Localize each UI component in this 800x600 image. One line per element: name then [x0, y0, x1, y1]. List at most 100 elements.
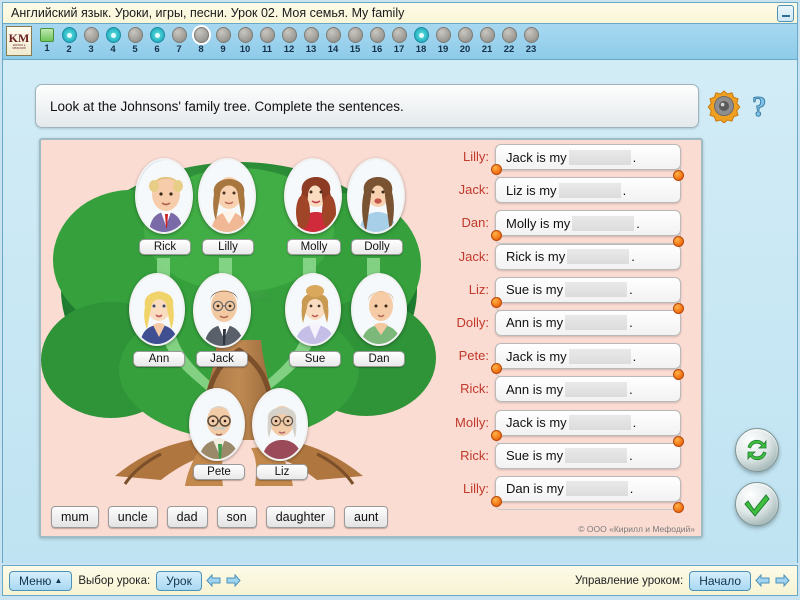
nav-item-7[interactable]: 7	[168, 27, 190, 55]
instruction-row: Look at the Johnsons' family tree. Compl…	[35, 82, 775, 130]
nav-dot-plain-20	[457, 27, 473, 43]
sentence-input-box[interactable]: Jack is my.	[495, 144, 681, 170]
sentence-answer-slot[interactable]	[565, 481, 628, 497]
nav-item-8[interactable]: 8	[190, 27, 212, 55]
start-button[interactable]: Начало	[689, 570, 751, 591]
name-chip-dolly[interactable]: Dolly	[351, 239, 403, 255]
nav-item-9[interactable]: 9	[212, 27, 234, 55]
nav-item-16[interactable]: 16	[366, 27, 388, 55]
nav-item-3[interactable]: 3	[80, 27, 102, 55]
dropzone-handle-left[interactable]	[491, 429, 502, 441]
speaker-icon[interactable]	[707, 89, 741, 123]
sentence-input-box[interactable]: Ann is my.	[495, 376, 681, 403]
sentence-answer-slot[interactable]	[568, 149, 631, 165]
portrait-lilly[interactable]	[198, 158, 256, 234]
name-chip-molly[interactable]: Molly	[287, 239, 341, 255]
sentence-answer-slot[interactable]	[572, 215, 635, 231]
nav-item-1[interactable]: 1	[36, 27, 58, 55]
sentence-prefix: Liz is my	[506, 182, 557, 198]
sentence-answer-slot[interactable]	[568, 415, 631, 430]
name-chip-ann[interactable]: Ann	[133, 351, 185, 367]
sentence-answer-slot[interactable]	[565, 381, 628, 397]
help-question-icon[interactable]: ?	[749, 89, 775, 124]
check-answers-button[interactable]	[735, 482, 779, 526]
sentence-input-box[interactable]: Molly is my.	[495, 210, 681, 237]
nav-item-5[interactable]: 5	[124, 27, 146, 55]
portrait-molly[interactable]	[284, 158, 342, 234]
sentence-input-box[interactable]: Jack is my.	[495, 409, 681, 436]
nav-item-18[interactable]: 18	[410, 27, 432, 55]
lesson-control-label: Управление уроком:	[574, 574, 684, 587]
sentence-answer-slot[interactable]	[558, 182, 621, 198]
sentence-input-box[interactable]: Sue is my.	[495, 276, 681, 303]
portrait-pete[interactable]	[189, 388, 245, 461]
word-chip-uncle[interactable]: uncle	[107, 506, 158, 528]
sentence-answer-slot[interactable]	[565, 282, 628, 298]
sentence-input-box[interactable]: Rick is my.	[495, 243, 681, 270]
sentence-answer-slot[interactable]	[568, 348, 631, 364]
nav-item-20[interactable]: 20	[454, 27, 476, 55]
dropzone-handle-right[interactable]	[673, 302, 684, 314]
reset-button[interactable]	[735, 428, 779, 472]
minimize-button[interactable]	[777, 5, 794, 22]
word-chip-daughter[interactable]: daughter	[265, 506, 336, 528]
nav-item-12[interactable]: 12	[278, 27, 300, 55]
name-chip-pete[interactable]: Pete	[193, 464, 245, 480]
dropzone-handle-right[interactable]	[673, 501, 684, 513]
dropzone-handle-right[interactable]	[673, 170, 684, 181]
portrait-dolly[interactable]	[347, 158, 405, 234]
portrait-jack[interactable]	[193, 273, 251, 348]
dropzone-handle-right[interactable]	[673, 435, 684, 447]
portrait-ann[interactable]	[129, 273, 185, 346]
nav-item-19[interactable]: 19	[432, 27, 454, 55]
nav-item-14[interactable]: 14	[322, 27, 344, 55]
nav-item-22[interactable]: 22	[498, 27, 520, 55]
activity-panel: Rick Lilly Molly Dolly Ann Jack Sue Dan …	[39, 138, 703, 538]
menu-button[interactable]: Меню ▲	[9, 570, 73, 591]
sentence-answer-slot[interactable]	[567, 249, 630, 265]
nav-item-4[interactable]: 4	[102, 27, 124, 55]
word-chip-dad[interactable]: dad	[166, 506, 208, 528]
name-chip-rick[interactable]: Rick	[139, 239, 191, 255]
window-title: Английский язык. Уроки, игры, песни. Уро…	[11, 6, 405, 20]
sentence-input-box[interactable]: Jack is my.	[495, 343, 681, 370]
name-chip-sue[interactable]: Sue	[289, 351, 341, 367]
sentence-speaker-label: Jack:	[458, 182, 489, 198]
name-chip-dan[interactable]: Dan	[353, 351, 405, 367]
sentence-input-box[interactable]: Liz is my.	[495, 177, 681, 204]
word-chip-aunt[interactable]: aunt	[344, 506, 389, 528]
nav-item-13[interactable]: 13	[300, 27, 322, 55]
portrait-rick[interactable]	[135, 158, 193, 234]
name-chip-lilly[interactable]: Lilly	[202, 239, 254, 255]
nav-item-21[interactable]: 21	[476, 27, 498, 55]
sentence-answer-slot[interactable]	[565, 315, 628, 331]
name-chip-liz[interactable]: Liz	[256, 464, 308, 480]
lesson-prev-arrow-icon[interactable]	[205, 573, 222, 588]
portrait-dan[interactable]	[351, 273, 407, 346]
nav-item-10[interactable]: 10	[234, 27, 256, 55]
nav-dot-plain-14	[325, 27, 341, 43]
nav-item-2[interactable]: 2	[58, 27, 80, 55]
sentence-input-box[interactable]: Sue is my.	[495, 442, 681, 469]
nav-item-15[interactable]: 15	[344, 27, 366, 55]
sentence-input-box[interactable]: Ann is my.	[495, 309, 681, 336]
nav-item-11[interactable]: 11	[256, 27, 278, 55]
nav-item-6[interactable]: 6	[146, 27, 168, 55]
dropzone-handle-left[interactable]	[491, 495, 502, 507]
control-next-arrow-icon[interactable]	[774, 573, 791, 588]
word-chip-son[interactable]: son	[216, 506, 257, 528]
dropzone-handle-left[interactable]	[491, 164, 502, 175]
sentence-answer-slot[interactable]	[565, 448, 628, 464]
lesson-next-arrow-icon[interactable]	[225, 573, 242, 588]
sentence-input-box[interactable]: Dan is my.	[495, 475, 681, 502]
portrait-liz[interactable]	[252, 388, 308, 461]
dropzone-handle-left[interactable]	[491, 296, 502, 308]
word-chip-mum[interactable]: mum	[51, 506, 99, 528]
nav-item-17[interactable]: 17	[388, 27, 410, 55]
control-prev-arrow-icon[interactable]	[754, 573, 771, 588]
nav-item-23[interactable]: 23	[520, 27, 542, 55]
lesson-button[interactable]: Урок	[156, 570, 202, 591]
portrait-sue[interactable]	[285, 273, 341, 346]
nav-number: 20	[459, 44, 471, 55]
name-chip-jack[interactable]: Jack	[196, 351, 248, 367]
